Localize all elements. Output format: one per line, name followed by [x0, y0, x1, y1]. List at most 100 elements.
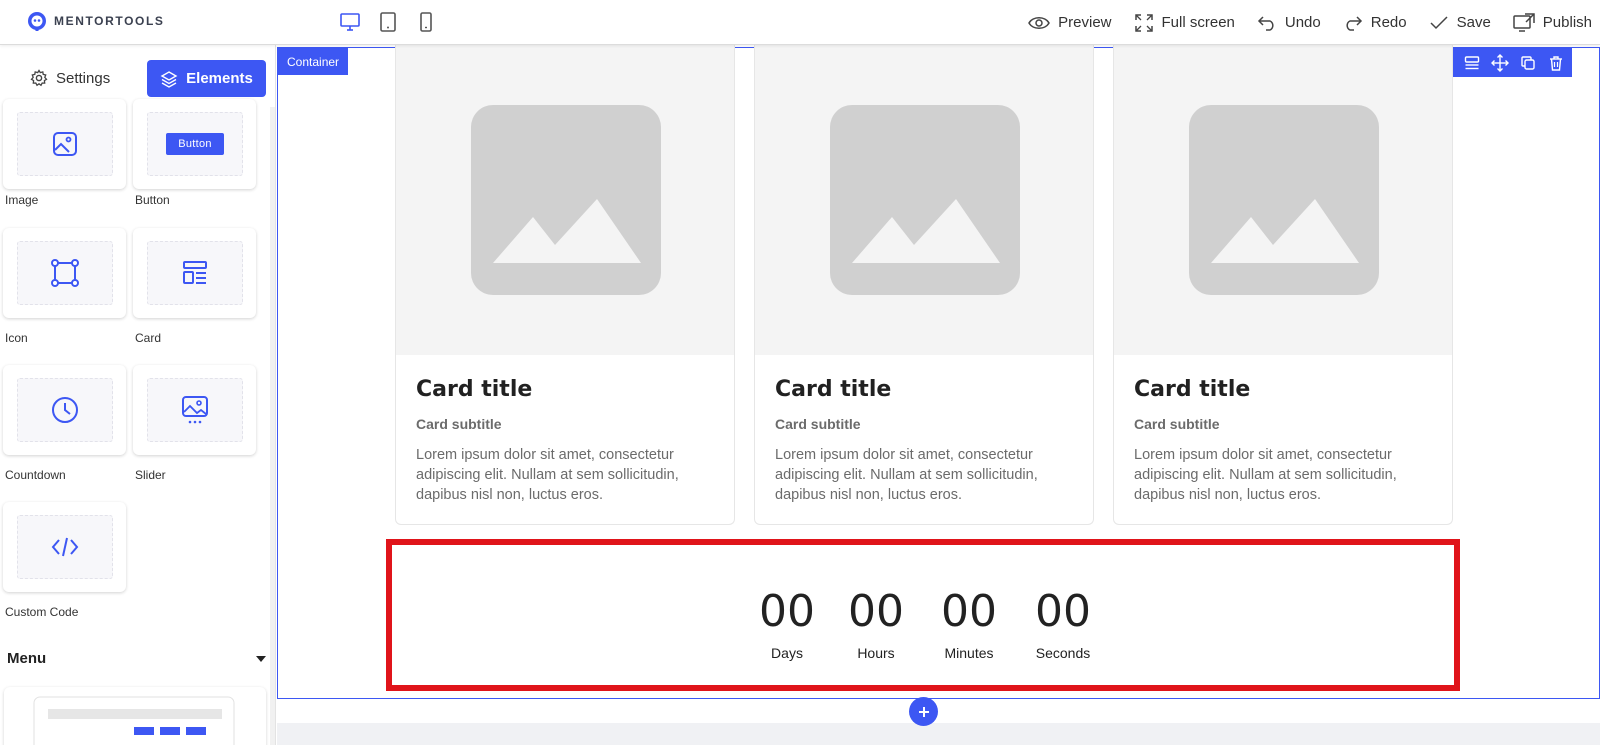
countdown-minutes-value: 00 [941, 586, 997, 637]
element-countdown-preview [17, 378, 113, 442]
card-image-placeholder [396, 45, 734, 355]
menu-element-preview[interactable] [4, 687, 266, 745]
element-button-preview: Button [147, 112, 243, 176]
publish-button[interactable]: Publish [1513, 12, 1592, 33]
undo-button[interactable]: Undo [1257, 14, 1321, 31]
countdown-seconds: 00 Seconds [1018, 585, 1108, 661]
card-subtitle: Card subtitle [1134, 416, 1220, 432]
trash-icon [1550, 55, 1562, 71]
container-tag[interactable]: Container [278, 48, 349, 75]
card-1[interactable]: Card title Card subtitle Lorem ipsum dol… [395, 45, 735, 525]
clock-icon [52, 397, 78, 423]
element-icon-preview [17, 241, 113, 305]
element-button-label: Button [135, 193, 170, 207]
move-icon [1491, 53, 1509, 72]
card-subtitle: Card subtitle [416, 416, 502, 432]
preview-button[interactable]: Preview [1028, 14, 1112, 31]
check-icon [1430, 15, 1448, 29]
tablet-icon [380, 12, 396, 32]
element-icon[interactable] [3, 228, 126, 318]
element-card-preview [147, 241, 243, 305]
publish-label: Publish [1542, 14, 1592, 31]
editor-canvas: Container Card title Card subtitle Lorem… [277, 45, 1600, 745]
card-title: Card title [1134, 377, 1251, 402]
element-countdown[interactable] [3, 365, 126, 455]
tab-settings-label: Settings [56, 69, 111, 87]
sidebar-tabs: Settings Elements [0, 45, 270, 107]
save-button[interactable]: Save [1429, 14, 1491, 31]
menu-layout-icon [33, 696, 235, 745]
sidebar-scrollbar[interactable] [270, 107, 275, 745]
element-card-label: Card [135, 331, 162, 345]
element-image-label: Image [5, 193, 39, 207]
element-icon-label: Icon [5, 331, 28, 345]
element-custom-code[interactable] [3, 502, 126, 592]
element-custom-code-preview [17, 515, 113, 579]
undo-label: Undo [1284, 14, 1321, 31]
countdown-minutes: 00 Minutes [924, 585, 1014, 661]
image-placeholder-icon [471, 105, 661, 295]
card-layout-icon [183, 261, 207, 284]
redo-label: Redo [1370, 14, 1407, 31]
redo-icon [1346, 15, 1362, 31]
logo-text: MENTORTOOLS [54, 14, 165, 28]
countdown-days: 00 Days [747, 585, 827, 661]
element-custom-code-label: Custom Code [5, 605, 79, 619]
redo-button[interactable]: Redo [1343, 14, 1407, 31]
mobile-view-button[interactable] [414, 10, 438, 34]
tab-elements-label: Elements [186, 70, 253, 87]
logo[interactable]: MENTORTOOLS [26, 10, 165, 32]
countdown-minutes-label: Minutes [944, 645, 994, 661]
card-3[interactable]: Card title Card subtitle Lorem ipsum dol… [1113, 45, 1453, 525]
logo-icon [28, 12, 46, 31]
image-placeholder-icon [830, 105, 1020, 295]
countdown-seconds-label: Seconds [1035, 645, 1091, 661]
desktop-icon [340, 13, 360, 31]
tab-settings[interactable]: Settings [30, 60, 130, 96]
card-title: Card title [775, 377, 892, 402]
add-section-button[interactable] [909, 697, 938, 726]
element-slider-label: Slider [135, 468, 166, 482]
card-text: Lorem ipsum dolor sit amet, consectetur … [1134, 447, 1397, 503]
card-image-placeholder [1114, 45, 1452, 355]
card-text: Lorem ipsum dolor sit amet, consectetur … [416, 447, 679, 503]
plus-icon [918, 706, 929, 717]
button-sample: Button [166, 133, 224, 155]
card-image-placeholder [755, 45, 1093, 355]
rows-icon [1464, 55, 1480, 69]
code-icon [51, 537, 79, 557]
save-label: Save [1456, 14, 1491, 31]
container-duplicate-button[interactable] [1518, 53, 1538, 73]
container-layout-button[interactable] [1462, 53, 1482, 73]
desktop-view-button[interactable] [338, 10, 362, 34]
element-button[interactable]: Button [133, 99, 256, 189]
device-switcher [338, 10, 438, 34]
countdown-days-value: 00 [759, 586, 815, 637]
fullscreen-button[interactable]: Full screen [1134, 13, 1235, 33]
layers-icon [160, 70, 178, 88]
element-image[interactable] [3, 99, 126, 189]
copy-icon [1521, 55, 1535, 70]
card-2[interactable]: Card title Card subtitle Lorem ipsum dol… [754, 45, 1094, 525]
card-subtitle: Card subtitle [775, 416, 861, 432]
gear-icon [30, 69, 48, 87]
countdown-hours-value: 00 [848, 586, 904, 637]
tablet-view-button[interactable] [376, 10, 400, 34]
card-title: Card title [416, 377, 533, 402]
countdown-seconds-value: 00 [1035, 586, 1091, 637]
slider-image-icon [182, 396, 208, 424]
fullscreen-label: Full screen [1161, 14, 1235, 31]
container-move-button[interactable] [1490, 53, 1510, 73]
container-delete-button[interactable] [1546, 53, 1566, 73]
tab-elements[interactable]: Elements [147, 60, 266, 97]
element-slider[interactable] [133, 365, 256, 455]
menu-section-header[interactable]: Menu [7, 650, 267, 667]
caret-down-icon [256, 655, 266, 662]
menu-section-title: Menu [7, 650, 47, 667]
vector-square-icon [51, 259, 79, 287]
preview-label: Preview [1058, 14, 1112, 31]
image-placeholder-icon [1189, 105, 1379, 295]
elements-list: Image Button Button Icon Card Countdown … [0, 99, 270, 745]
element-card[interactable] [133, 228, 256, 318]
countdown-widget[interactable]: 00 Days 00 Hours 00 Minutes 00 Seconds [386, 539, 1460, 691]
